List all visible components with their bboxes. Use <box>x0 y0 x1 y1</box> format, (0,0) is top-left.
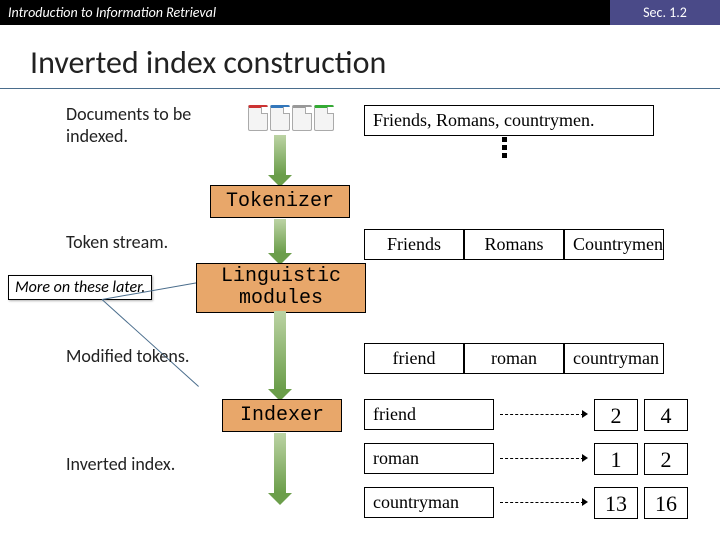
arrow-tip-icon <box>582 454 588 462</box>
annotation-note: More on these later. <box>8 275 152 300</box>
postings-row: 1 2 <box>594 443 688 475</box>
down-arrow-icon <box>274 311 286 389</box>
doc-icon <box>292 105 312 131</box>
posting-cell: 4 <box>644 399 688 431</box>
document-icons <box>248 105 334 131</box>
index-term: countryman <box>364 487 494 518</box>
down-arrow-icon <box>274 135 286 175</box>
modified-tokens-label: Modified tokens. <box>66 345 189 367</box>
slide-title: Inverted index construction <box>0 25 720 88</box>
posting-cell: 1 <box>594 443 638 475</box>
connector-line <box>102 299 199 387</box>
dashed-connector <box>500 414 584 415</box>
arrow-tip-icon <box>582 498 588 506</box>
document-text: Friends, Romans, countrymen. <box>364 105 654 136</box>
arrow-tip-icon <box>582 410 588 418</box>
modified-token-row: friend roman countryman <box>364 343 664 374</box>
postings-row: 2 4 <box>594 399 688 431</box>
dashed-connector <box>500 502 584 503</box>
index-term: roman <box>364 443 494 474</box>
title-underline <box>0 88 720 89</box>
doc-icon <box>270 105 290 131</box>
linguistic-modules-stage: Linguistic modules <box>196 263 366 313</box>
postings-row: 13 16 <box>594 487 688 519</box>
posting-cell: 13 <box>594 487 638 519</box>
indexer-stage: Indexer <box>222 399 342 432</box>
section-label: Sec. 1.2 <box>610 0 720 25</box>
token-cell: countryman <box>564 343 664 374</box>
token-cell: Romans <box>464 229 564 260</box>
course-title: Introduction to Information Retrieval <box>0 0 610 25</box>
posting-cell: 2 <box>594 399 638 431</box>
dashed-connector <box>500 458 584 459</box>
token-row: Friends Romans Countrymen <box>364 229 664 260</box>
index-term: friend <box>364 399 494 430</box>
posting-cell: 2 <box>644 443 688 475</box>
inverted-index-label: Inverted index. <box>66 453 175 475</box>
tokenizer-stage: Tokenizer <box>210 185 350 218</box>
down-arrow-icon <box>274 219 286 253</box>
token-cell: Friends <box>364 229 464 260</box>
diagram-area: Documents to be indexed. Friends, Romans… <box>0 99 720 539</box>
documents-label: Documents to be indexed. <box>66 103 216 147</box>
token-stream-label: Token stream. <box>66 231 168 253</box>
token-cell: Countrymen <box>564 229 664 260</box>
token-cell: friend <box>364 343 464 374</box>
slide-header: Introduction to Information Retrieval Se… <box>0 0 720 25</box>
doc-icon <box>314 105 334 131</box>
vertical-dots <box>502 137 507 158</box>
posting-cell: 16 <box>644 487 688 519</box>
down-arrow-icon <box>274 433 286 493</box>
doc-icon <box>248 105 268 131</box>
token-cell: roman <box>464 343 564 374</box>
